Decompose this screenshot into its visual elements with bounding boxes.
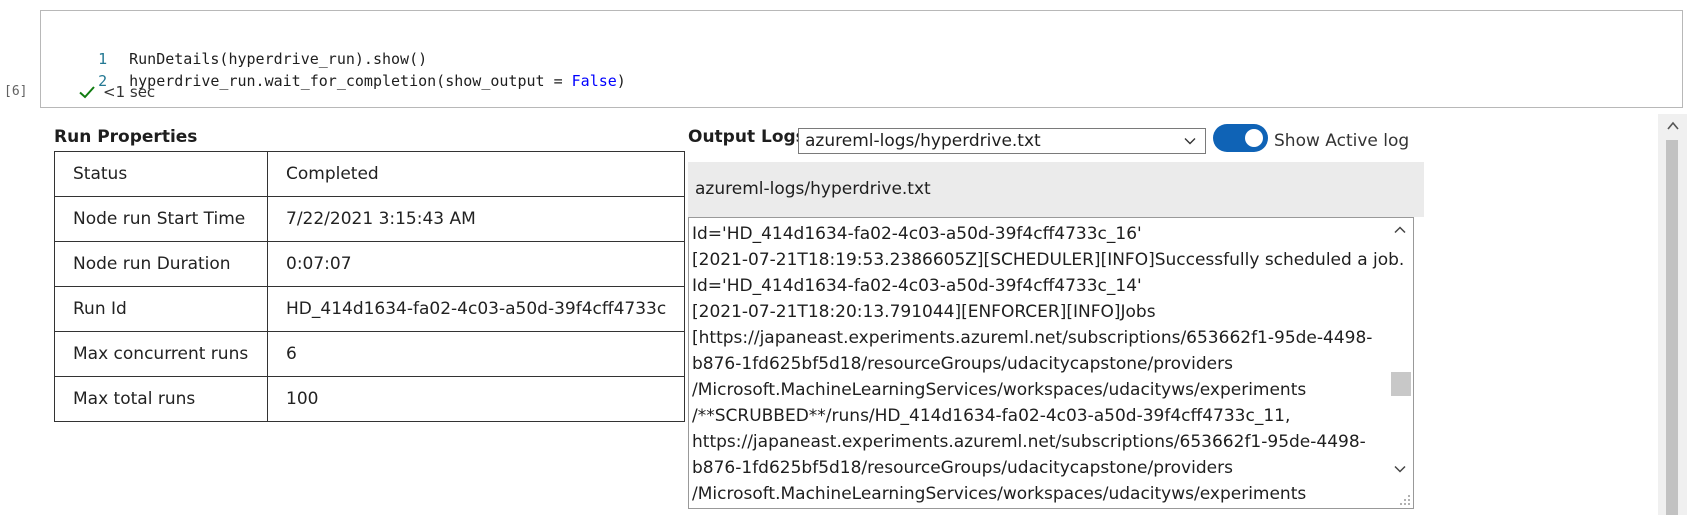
log-content: Id='HD_414d1634-fa02-4c03-a50d-39f4cff47… (692, 221, 1405, 507)
execution-time: <1 sec (103, 83, 156, 101)
property-key: Node run Duration (54, 241, 268, 287)
table-row: Status Completed (54, 151, 686, 197)
property-value: HD_414d1634-fa02-4c03-a50d-39f4cff4733c (266, 286, 686, 332)
log-textarea[interactable]: Id='HD_414d1634-fa02-4c03-a50d-39f4cff47… (688, 217, 1414, 509)
log-scrollbar[interactable] (1387, 218, 1413, 508)
log-line: [2021-07-21T18:19:53.2386605Z][SCHEDULER… (692, 250, 1405, 270)
execution-status: <1 sec (77, 82, 155, 102)
log-line: [https://japaneast.experiments.azureml.n… (692, 328, 1373, 348)
show-active-log-toggle[interactable] (1213, 124, 1268, 152)
code-line[interactable]: 2 hyperdrive_run.wait_for_completion(show… (41, 48, 626, 90)
code-cell[interactable]: 1 RunDetails(hyperdrive_run).show() 2 hype… (40, 10, 1683, 108)
log-line: Id='HD_414d1634-fa02-4c03-a50d-39f4cff47… (692, 224, 1142, 244)
log-line: /**SCRUBBED**/runs/HD_414d1634-fa02-4c03… (692, 406, 1291, 426)
log-line: Id='HD_414d1634-fa02-4c03-a50d-39f4cff47… (692, 276, 1142, 296)
code-keyword: False (571, 72, 617, 90)
show-active-log-label: Show Active log (1274, 131, 1410, 151)
code-text: ) (616, 72, 626, 90)
property-value: 0:07:07 (266, 241, 686, 287)
property-value: 6 (266, 331, 686, 377)
output-logs-title: Output Logs (688, 127, 806, 147)
table-row: Node run Start Time 7/22/2021 3:15:43 AM (54, 196, 686, 242)
log-file-select[interactable]: azureml-logs/hyperdrive.txt (798, 128, 1206, 154)
property-value: 100 (266, 376, 686, 422)
scrollbar-thumb[interactable] (1391, 372, 1411, 396)
code-line[interactable]: 1 RunDetails(hyperdrive_run).show() (41, 26, 427, 68)
log-header: azureml-logs/hyperdrive.txt (688, 162, 1424, 217)
log-line: b876-1fd625bf5d18/resourceGroups/udacity… (692, 458, 1233, 478)
property-key: Run Id (54, 286, 268, 332)
check-icon (79, 86, 95, 99)
scrollbar-thumb[interactable] (1666, 140, 1678, 515)
property-key: Status (54, 151, 268, 197)
chevron-down-icon[interactable] (1393, 462, 1407, 476)
property-key: Node run Start Time (54, 196, 268, 242)
chevron-up-icon[interactable] (1665, 118, 1681, 134)
resize-grip-icon[interactable] (1399, 494, 1411, 506)
property-value: Completed (266, 151, 686, 197)
chevron-down-icon (1184, 138, 1196, 145)
run-properties-title: Run Properties (54, 127, 198, 147)
code-text: hyperdrive_run.wait_for_completion(show_… (129, 72, 572, 90)
table-row: Node run Duration 0:07:07 (54, 241, 686, 287)
table-row: Max concurrent runs 6 (54, 331, 686, 377)
log-line: https://japaneast.experiments.azureml.ne… (692, 432, 1366, 452)
log-line: b876-1fd625bf5d18/resourceGroups/udacity… (692, 354, 1233, 374)
run-properties-table: Status Completed Node run Start Time 7/22/… (54, 151, 686, 422)
toggle-knob (1245, 129, 1263, 147)
property-key: Max concurrent runs (54, 331, 268, 377)
log-line: [2021-07-21T18:20:13.791044][ENFORCER][I… (692, 302, 1156, 322)
execution-count: [6] (4, 84, 28, 99)
table-row: Max total runs 100 (54, 376, 686, 422)
property-key: Max total runs (54, 376, 268, 422)
chevron-up-icon[interactable] (1393, 223, 1407, 237)
log-file-selected: azureml-logs/hyperdrive.txt (805, 131, 1041, 151)
table-row: Run Id HD_414d1634-fa02-4c03-a50d-39f4cff… (54, 286, 686, 332)
log-line: /Microsoft.MachineLearningServices/works… (692, 484, 1307, 504)
property-value: 7/22/2021 3:15:43 AM (266, 196, 686, 242)
log-line: /Microsoft.MachineLearningServices/works… (692, 380, 1307, 400)
output-scrollbar[interactable] (1658, 114, 1687, 515)
